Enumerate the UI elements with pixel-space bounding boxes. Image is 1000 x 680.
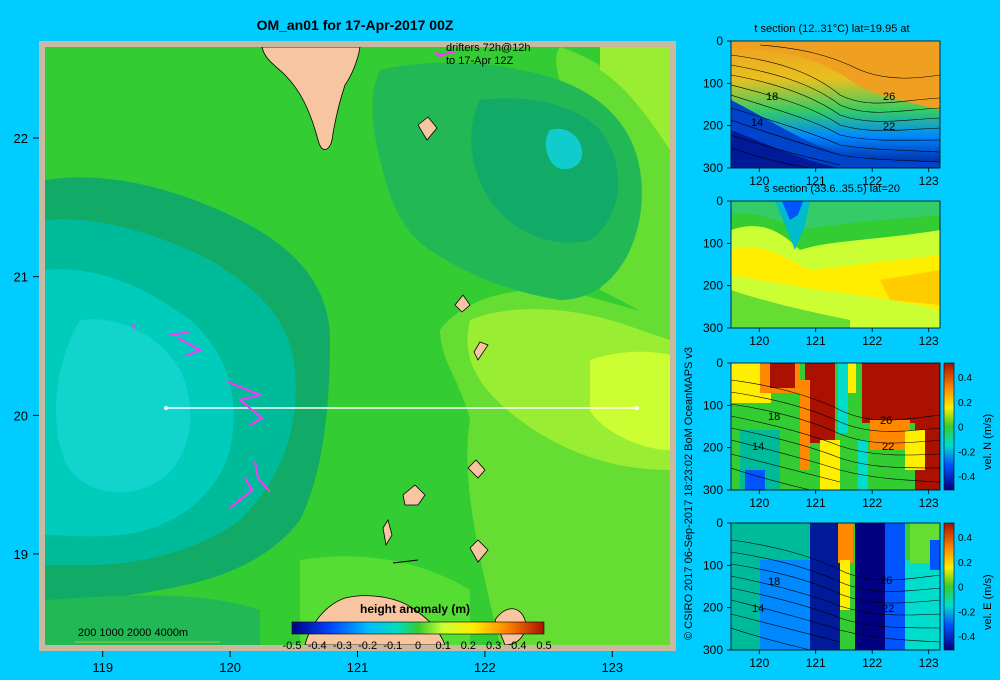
panel-x-tick-label: 122 xyxy=(862,174,882,188)
panel-x-tick-label: 121 xyxy=(806,656,826,670)
panel-x-tick-label: 123 xyxy=(919,334,939,348)
panel3-contour-label: 26 xyxy=(880,415,892,427)
panel-x-tick-label: 120 xyxy=(749,174,769,188)
colorbar-tick-label: 0.5 xyxy=(536,640,551,652)
colorbar-tick-label: -0.5 xyxy=(283,640,302,652)
vel-e-panel xyxy=(731,523,940,650)
vel-colorbar-tick-label: -0.2 xyxy=(958,607,976,618)
colorbar-tick-label: -0.3 xyxy=(333,640,352,652)
panel1-contour-label: 22 xyxy=(883,121,895,133)
drifter-note-line2: to 17-Apr 12Z xyxy=(446,55,514,67)
panel-x-tick-label: 123 xyxy=(919,496,939,510)
colorbar-ticks: -0.5 -0.4 -0.3 -0.2 -0.1 0 0.1 0.2 0.3 0.4 0.5 xyxy=(283,640,552,652)
panel-y-tick-label: 200 xyxy=(703,119,723,133)
panel-x-tick-label: 121 xyxy=(806,174,826,188)
panel-x-tick-label: 120 xyxy=(749,496,769,510)
vel-colorbar-tick-label: -0.2 xyxy=(958,447,976,458)
panel-y-tick-label: 300 xyxy=(703,483,723,497)
vel-n-colorbar-label: vel. N (m/s) xyxy=(982,414,994,470)
panel-x-tick-label: 120 xyxy=(749,334,769,348)
t-section-panel xyxy=(731,41,940,168)
panel4-contour-label: 26 xyxy=(880,575,892,587)
vel-colorbar-tick-label: -0.4 xyxy=(958,472,976,483)
panel-x-tick-label: 123 xyxy=(919,174,939,188)
vel-n-colorbar xyxy=(943,362,955,491)
panel-x-tick-label: 122 xyxy=(862,656,882,670)
map-x-tick-label: 119 xyxy=(92,660,113,675)
panel-x-tick-label: 122 xyxy=(862,496,882,510)
panel4-contour-label: 22 xyxy=(882,603,894,615)
panel-y-tick-label: 100 xyxy=(703,398,723,412)
panel-y-tick-label: 300 xyxy=(703,161,723,175)
map-x-tick-label: 121 xyxy=(347,660,369,675)
panel-y-tick-label: 100 xyxy=(703,76,723,90)
vel-e-colorbar-label: vel. E (m/s) xyxy=(982,574,994,630)
panel3-contour-label: 22 xyxy=(882,441,894,453)
colorbar-tick-label: -0.4 xyxy=(308,640,327,652)
panel4-contour-label: 18 xyxy=(768,576,780,588)
height-anomaly-field xyxy=(45,47,670,645)
panel1-title: t section (12..31°C) lat=19.95 at xyxy=(754,23,909,35)
map-y-tick-label: 22 xyxy=(14,131,28,146)
panel-y-tick-label: 200 xyxy=(703,279,723,293)
vel-e-colorbar xyxy=(943,522,955,651)
panel-y-tick-label: 0 xyxy=(716,356,723,370)
panel-y-tick-label: 0 xyxy=(716,516,723,530)
credit-text: © CSIRO 2017 06-Sep-2017 18:23:02 BoM Oc… xyxy=(683,347,695,640)
map-x-ticks: 119 120 121 122 123 xyxy=(92,651,623,675)
map-y-tick-label: 21 xyxy=(14,270,28,285)
map-x-tick-label: 120 xyxy=(219,660,241,675)
panel-x-tick-label: 122 xyxy=(862,334,882,348)
vel-colorbar-tick-label: 0.4 xyxy=(958,533,972,544)
panel-y-tick-label: 300 xyxy=(703,643,723,657)
panel-y-tick-label: 0 xyxy=(716,34,723,48)
colorbar-tick-label: 0 xyxy=(415,640,421,652)
panel-y-tick-label: 100 xyxy=(703,558,723,572)
vel-colorbar-tick-label: 0.4 xyxy=(958,373,972,384)
panel-x-tick-label: 121 xyxy=(806,334,826,348)
panel-y-tick-label: 0 xyxy=(716,194,723,208)
map-x-tick-label: 122 xyxy=(474,660,496,675)
drifter-note-line1: drifters 72h@12h xyxy=(446,42,531,54)
panel1-contour-label: 26 xyxy=(883,91,895,103)
panel3-contour-label: 18 xyxy=(768,411,780,423)
vel-colorbar-tick-label: 0.2 xyxy=(958,398,972,409)
colorbar-tick-label: 0.2 xyxy=(461,640,476,652)
colorbar-tick-label: 0.3 xyxy=(486,640,501,652)
panel-y-tick-label: 100 xyxy=(703,236,723,250)
colorbar-tick-label: -0.2 xyxy=(358,640,377,652)
panel3-contour-label: 14 xyxy=(752,441,764,453)
depth-legend: 200 1000 2000 4000m xyxy=(78,627,188,639)
map-x-tick-label: 123 xyxy=(601,660,623,675)
map-y-tick-label: 19 xyxy=(14,547,28,562)
panel1-contour-label: 18 xyxy=(766,91,778,103)
panel-x-tick-label: 121 xyxy=(806,496,826,510)
colorbar-title: height anomaly (m) xyxy=(360,602,470,616)
map-y-ticks: 22 21 20 19 xyxy=(14,131,39,562)
map-y-tick-label: 20 xyxy=(14,408,28,423)
ocean-forecast-figure: OM_an01 for 17-Apr-2017 00Z drifters 72h… xyxy=(14,17,994,675)
panel4-contour-label: 14 xyxy=(752,603,764,615)
panel-y-tick-label: 200 xyxy=(703,441,723,455)
colorbar-tick-label: 0.4 xyxy=(511,640,526,652)
colorbar-tick-label: -0.1 xyxy=(383,640,402,652)
panel-x-tick-label: 120 xyxy=(749,656,769,670)
s-section-panel xyxy=(731,201,940,328)
vel-colorbar-tick-label: -0.4 xyxy=(958,632,976,643)
panel-y-tick-label: 200 xyxy=(703,601,723,615)
colorbar-tick-label: 0.1 xyxy=(436,640,451,652)
vel-colorbar-tick-label: 0.2 xyxy=(958,558,972,569)
panel-x-tick-label: 123 xyxy=(919,656,939,670)
panel1-contour-label: 14 xyxy=(751,117,763,129)
panel-y-tick-label: 300 xyxy=(703,321,723,335)
vel-colorbar-tick-label: 0 xyxy=(958,583,964,594)
vel-n-panel xyxy=(731,363,940,490)
vel-colorbar-tick-label: 0 xyxy=(958,423,964,434)
map-title: OM_an01 for 17-Apr-2017 00Z xyxy=(257,17,454,33)
height-colorbar xyxy=(291,621,545,635)
